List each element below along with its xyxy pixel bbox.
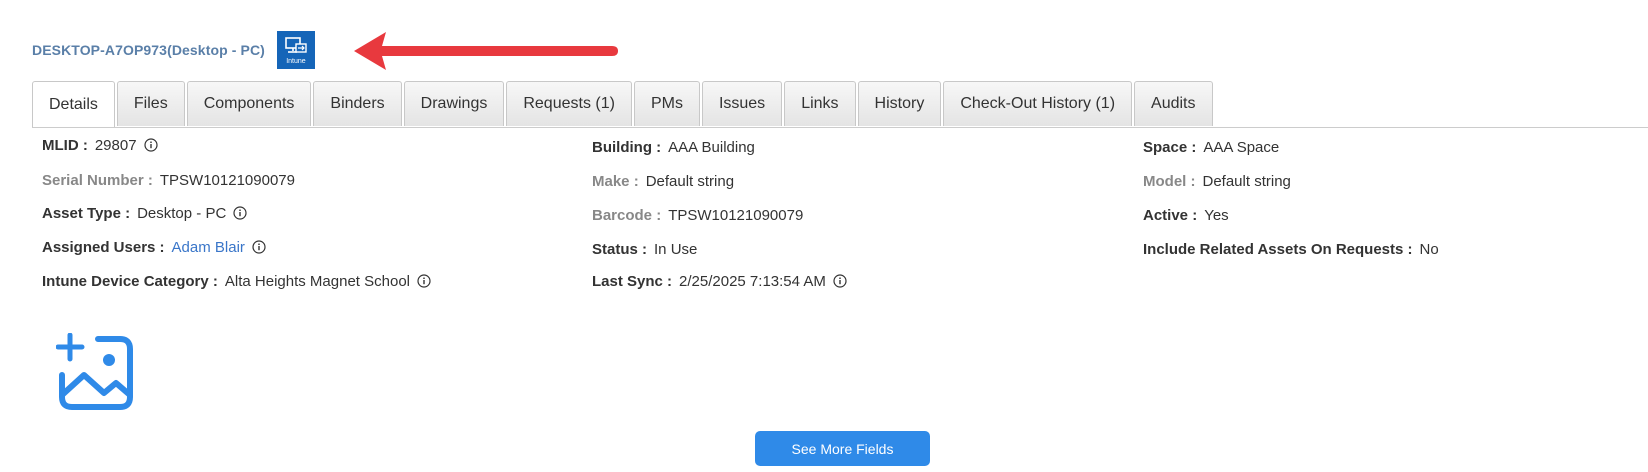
assigned-user-link[interactable]: Adam Blair [172,239,245,256]
field-value: TPSW10121090079 [668,206,804,224]
field-last-sync: Last Sync : 2/25/2025 7:13:54 AM [592,271,847,291]
field-label: Building : [592,138,662,156]
tab-binders[interactable]: Binders [313,81,402,126]
tab-drawings[interactable]: Drawings [403,81,505,126]
field-status: Status : In Use [592,239,697,259]
field-label: Status : [592,240,648,258]
tab-details[interactable]: Details [32,81,115,127]
field-asset-type: Asset Type : Desktop - PC [42,203,247,223]
field-label: MLID : [42,136,88,154]
field-include-related-assets: Include Related Assets On Requests : No [1143,239,1439,259]
field-value: AAA Building [668,138,755,156]
tab-requests[interactable]: Requests (1) [506,81,632,126]
field-label: Barcode : [592,206,662,224]
tab-issues[interactable]: Issues [701,81,783,126]
field-label: Active : [1143,206,1198,224]
field-value: TPSW10121090079 [159,171,295,189]
tab-bar: Details Files Components Binders Drawing… [32,81,1215,127]
tab-files[interactable]: Files [116,81,185,126]
field-mlid: MLID : 29807 [42,135,158,155]
field-value: Default string [1202,172,1291,190]
asset-title: DESKTOP-A7OP973(Desktop - PC) [32,42,265,58]
field-label: Model : [1143,172,1196,190]
field-label: Space : [1143,138,1197,156]
tab-pms[interactable]: PMs [633,81,700,126]
field-building: Building : AAA Building [592,137,755,157]
tab-checkout-history[interactable]: Check-Out History (1) [943,81,1133,126]
field-label: Assigned Users : [42,238,165,256]
field-model: Model : Default string [1143,171,1291,191]
field-value: Default string [645,172,735,190]
see-more-fields-button[interactable]: See More Fields [755,431,930,466]
field-serial-number: Serial Number : TPSW10121090079 [42,170,295,190]
field-label: Serial Number : [42,171,153,189]
tab-audits[interactable]: Audits [1134,81,1213,126]
field-value: No [1419,240,1439,258]
field-label: Asset Type : [42,204,131,222]
field-label: Include Related Assets On Requests : [1143,240,1413,258]
tab-components[interactable]: Components [186,81,312,126]
field-value: Alta Heights Magnet School [224,272,410,290]
field-active: Active : Yes [1143,205,1229,225]
info-circle-icon[interactable] [417,274,431,288]
field-intune-device-category: Intune Device Category : Alta Heights Ma… [42,271,431,291]
field-value: 2/25/2025 7:13:54 AM [679,272,826,290]
intune-badge[interactable]: Intune [276,31,315,69]
computer-sync-icon [285,37,307,53]
field-value: AAA Space [1203,138,1280,156]
info-circle-icon[interactable] [143,138,158,152]
info-circle-icon[interactable] [252,240,266,254]
field-value: In Use [654,240,698,258]
tab-divider [32,127,1648,128]
tab-links[interactable]: Links [784,81,856,126]
field-value: Desktop - PC [137,204,227,222]
tab-history[interactable]: History [857,81,942,126]
field-space: Space : AAA Space [1143,137,1279,157]
field-value: 29807 [94,136,137,154]
field-label: Last Sync : [592,272,673,290]
intune-badge-label: Intune [286,58,306,65]
info-circle-icon[interactable] [233,206,247,220]
field-assigned-users: Assigned Users : Adam Blair [42,237,266,257]
field-label: Intune Device Category : [42,272,218,290]
field-value: Yes [1204,206,1229,224]
asset-header: DESKTOP-A7OP973(Desktop - PC) Intune [32,30,315,70]
field-barcode: Barcode : TPSW10121090079 [592,205,803,225]
field-label: Make : [592,172,639,190]
add-image-icon[interactable] [56,333,136,410]
red-arrow-annotation [354,32,618,70]
field-make: Make : Default string [592,171,734,191]
info-circle-icon[interactable] [833,274,847,288]
